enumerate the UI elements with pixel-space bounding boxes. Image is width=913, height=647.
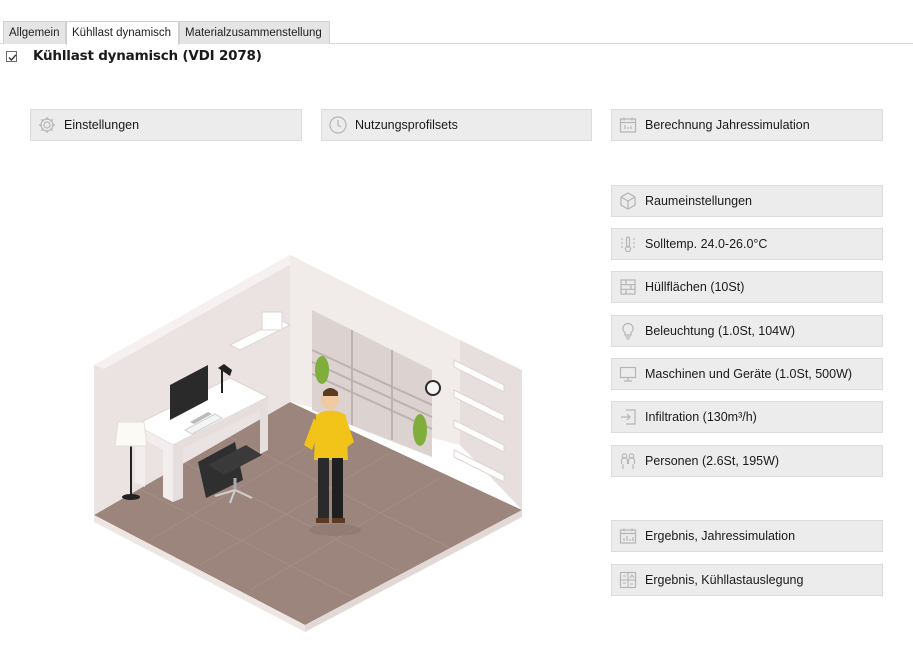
infiltration-label: Infiltration (130m³/h) — [645, 410, 757, 424]
ergebnis-kuehllastauslegung-button[interactable]: Ergebnis, Kühllastauslegung — [611, 564, 883, 596]
beleuchtung-button[interactable]: Beleuchtung (1.0St, 104W) — [611, 315, 883, 347]
tab-kuehllast-dynamisch[interactable]: Kühllast dynamisch — [66, 21, 179, 45]
calendar-chart-icon — [617, 525, 639, 547]
ergebnis-jahressimulation-label: Ergebnis, Jahressimulation — [645, 529, 796, 543]
clock-icon — [327, 114, 349, 136]
solltemp-label: Solltemp. 24.0-26.0°C — [645, 237, 768, 251]
section-title: Kühllast dynamisch (VDI 2078) — [33, 48, 262, 64]
floor-lamp — [114, 421, 148, 447]
calendar-icon — [617, 114, 639, 136]
enter-icon — [617, 406, 639, 428]
einstellungen-label: Einstellungen — [64, 118, 140, 132]
nutzungsprofilsets-button[interactable]: Nutzungsprofilsets — [321, 109, 592, 141]
nutzungsprofilsets-label: Nutzungsprofilsets — [355, 118, 458, 132]
report-icon — [617, 569, 639, 591]
infiltration-button[interactable]: Infiltration (130m³/h) — [611, 401, 883, 433]
lightbulb-icon — [617, 320, 639, 342]
tab-materialzusammenstellung[interactable]: Materialzusammenstellung — [179, 21, 330, 44]
huellflaechen-label: Hüllflächen (10St) — [645, 280, 745, 294]
wall-icon — [617, 276, 639, 298]
enable-checkbox[interactable] — [6, 51, 17, 62]
cube-icon — [617, 190, 639, 212]
personen-label: Personen (2.6St, 195W) — [645, 454, 780, 468]
personen-button[interactable]: Personen (2.6St, 195W) — [611, 445, 883, 477]
gear-icon — [36, 114, 58, 136]
people-icon — [617, 450, 639, 472]
room-illustration — [94, 255, 522, 632]
raumeinstellungen-label: Raumeinstellungen — [645, 194, 753, 208]
einstellungen-button[interactable]: Einstellungen — [30, 109, 302, 141]
maschinen-button[interactable]: Maschinen und Geräte (1.0St, 500W) — [611, 358, 883, 390]
thermometer-icon — [617, 233, 639, 255]
ergebnis-kuehllastauslegung-label: Ergebnis, Kühllastauslegung — [645, 573, 804, 587]
solltemp-button[interactable]: Solltemp. 24.0-26.0°C — [611, 228, 883, 260]
berechnung-jahressimulation-label: Berechnung Jahressimulation — [645, 118, 810, 132]
checkmark-icon — [8, 54, 17, 62]
tab-bar: Allgemein Kühllast dynamisch Materialzus… — [0, 21, 913, 45]
berechnung-jahressimulation-button[interactable]: Berechnung Jahressimulation — [611, 109, 883, 141]
ergebnis-jahressimulation-button[interactable]: Ergebnis, Jahressimulation — [611, 520, 883, 552]
maschinen-label: Maschinen und Geräte (1.0St, 500W) — [645, 367, 853, 381]
raumeinstellungen-button[interactable]: Raumeinstellungen — [611, 185, 883, 217]
tab-allgemein[interactable]: Allgemein — [3, 21, 66, 44]
monitor-icon — [617, 363, 639, 385]
beleuchtung-label: Beleuchtung (1.0St, 104W) — [645, 324, 796, 338]
huellflaechen-button[interactable]: Hüllflächen (10St) — [611, 271, 883, 303]
